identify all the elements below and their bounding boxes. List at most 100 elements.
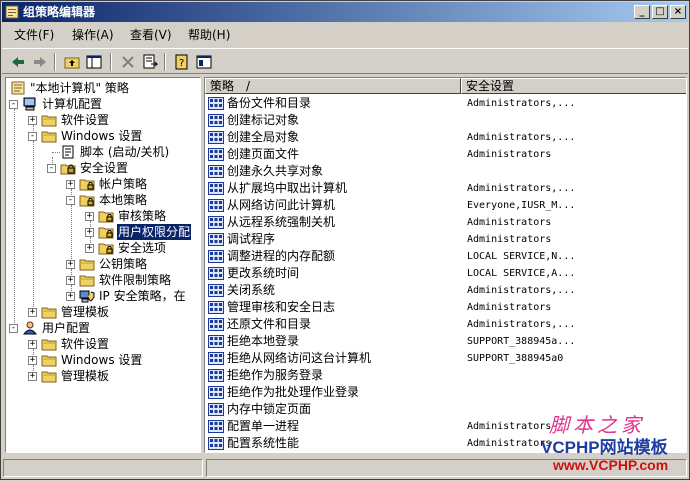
policy-name: 创建页面文件 [227, 147, 300, 161]
menu-help[interactable]: 帮助(H) [188, 27, 230, 43]
expand-toggle[interactable]: + [28, 356, 37, 365]
collapse-toggle[interactable]: - [28, 132, 37, 141]
expand-toggle[interactable]: + [28, 372, 37, 381]
policy-row[interactable]: 关闭系统 Administrators,... [205, 282, 686, 299]
expand-toggle[interactable]: + [85, 212, 94, 221]
security-icon [60, 161, 76, 175]
policy-name: 还原文件和目录 [227, 317, 312, 331]
tree-node[interactable]: - 计算机配置 [6, 96, 200, 112]
minimize-button[interactable]: _ [634, 5, 650, 19]
column-header-policy[interactable]: 策略 / [205, 78, 461, 94]
policy-row[interactable]: 管理审核和安全日志 Administrators [205, 299, 686, 316]
help-button[interactable]: ? [172, 52, 192, 72]
policy-name: 更改系统时间 [227, 266, 300, 280]
expand-toggle[interactable]: + [66, 276, 75, 285]
computer-icon [22, 97, 38, 111]
properties-button[interactable] [194, 52, 214, 72]
show-hide-tree-button[interactable] [84, 52, 104, 72]
tree-node[interactable]: + 软件限制策略 [6, 272, 200, 288]
collapse-toggle[interactable]: - [9, 100, 18, 109]
tree-node[interactable]: + 管理模板 [6, 368, 200, 384]
collapse-toggle[interactable]: - [66, 196, 75, 205]
tree-node[interactable]: "本地计算机" 策略 [6, 80, 200, 96]
tree-node[interactable]: + 帐户策略 [6, 176, 200, 192]
policy-row[interactable]: 更改系统时间 LOCAL SERVICE,A... [205, 265, 686, 282]
policy-name: 配置系统性能 [227, 436, 300, 450]
expand-toggle[interactable]: + [28, 340, 37, 349]
back-arrow-icon [12, 57, 24, 67]
up-one-level-button[interactable] [62, 52, 82, 72]
maximize-button[interactable]: □ [652, 5, 668, 19]
policy-row[interactable]: 创建标记对象 [205, 112, 686, 129]
back-button[interactable] [8, 52, 28, 72]
collapse-toggle[interactable]: - [9, 324, 18, 333]
policy-name: 管理审核和安全日志 [227, 300, 336, 314]
delete-button[interactable] [118, 52, 138, 72]
tree-node[interactable]: - 用户配置 [6, 320, 200, 336]
expand-toggle[interactable]: + [28, 116, 37, 125]
policy-setting-icon [208, 114, 224, 127]
policy-setting-icon [208, 318, 224, 331]
menu-action[interactable]: 操作(A) [72, 27, 114, 43]
expand-toggle[interactable]: + [85, 244, 94, 253]
tree-node[interactable]: + 管理模板 [6, 304, 200, 320]
policy-name: 调试程序 [227, 232, 276, 246]
policy-row[interactable]: 从网络访问此计算机 Everyone,IUSR_M... [205, 197, 686, 214]
menu-file[interactable]: 文件(F) [14, 27, 54, 43]
policy-row[interactable]: 调整进程的内存配额 LOCAL SERVICE,N... [205, 248, 686, 265]
policy-name: 取消计算机扩展的坞停靠项 [227, 452, 371, 453]
expand-toggle[interactable]: + [66, 292, 75, 301]
tree-node-label: 脚本 (启动/关机) [80, 145, 170, 159]
console-tree[interactable]: "本地计算机" 策略 - 计算机配置 + 软件设置 - Windows 设置 脚本 (启动/关… [5, 77, 201, 453]
tree-node-label: 用户配置 [42, 321, 91, 335]
tree-node[interactable]: - 本地策略 [6, 192, 200, 208]
policy-row[interactable]: 拒绝作为服务登录 [205, 367, 686, 384]
toolbar: ? [2, 48, 688, 74]
menu-view[interactable]: 查看(V) [130, 27, 172, 43]
policy-name: 配置单一进程 [227, 419, 300, 433]
tree-node-label: Windows 设置 [61, 129, 143, 143]
export-list-button[interactable] [140, 52, 160, 72]
title-bar[interactable]: 组策略编辑器 _ □ × [2, 2, 688, 22]
policy-row[interactable]: 创建全局对象 Administrators,... [205, 129, 686, 146]
policy-setting-icon [208, 199, 224, 212]
policy-row[interactable]: 从扩展坞中取出计算机 Administrators,... [205, 180, 686, 197]
policy-list[interactable]: 策略 / 安全设置 备份文件和目录 Administrators,... 创建标记对… [204, 77, 687, 453]
tree-node[interactable]: 脚本 (启动/关机) [6, 144, 200, 160]
policy-row[interactable]: 还原文件和目录 Administrators,... [205, 316, 686, 333]
expand-toggle[interactable]: + [85, 228, 94, 237]
tree-node[interactable]: + 软件设置 [6, 112, 200, 128]
tree-node[interactable]: + 用户权限分配 [6, 223, 200, 241]
forward-arrow-icon [34, 57, 46, 67]
policy-row[interactable]: 从远程系统强制关机 Administrators [205, 214, 686, 231]
policy-row[interactable]: 拒绝本地登录 SUPPORT_388945a... [205, 333, 686, 350]
policy-row[interactable]: 调试程序 Administrators [205, 231, 686, 248]
folder-icon [41, 305, 57, 319]
tree-node[interactable]: - Windows 设置 [6, 128, 200, 144]
tree-node[interactable]: - 安全设置 [6, 160, 200, 176]
tree-node[interactable]: + IP 安全策略，在 [6, 288, 200, 304]
expand-toggle[interactable]: + [66, 180, 75, 189]
policy-row[interactable]: 备份文件和目录 Administrators,... [205, 95, 686, 112]
policy-row[interactable]: 创建永久共享对象 [205, 163, 686, 180]
tree-node[interactable]: + 公钥策略 [6, 256, 200, 272]
column-header-security[interactable]: 安全设置 [461, 78, 686, 94]
policy-row[interactable]: 拒绝从网络访问这台计算机 SUPPORT_388945a0 [205, 350, 686, 367]
policy-row[interactable]: 拒绝作为批处理作业登录 [205, 384, 686, 401]
collapse-toggle[interactable]: - [47, 164, 56, 173]
policy-setting-icon [208, 131, 224, 144]
policy-security-setting: Administrators [467, 302, 552, 313]
close-button[interactable]: × [670, 5, 686, 19]
tree-node[interactable]: + 审核策略 [6, 208, 200, 224]
expand-toggle[interactable]: + [28, 308, 37, 317]
tree-node-label: 安全选项 [118, 241, 167, 255]
policy-row[interactable]: 创建页面文件 Administrators [205, 146, 686, 163]
policy-security-setting: Administrators [467, 149, 552, 160]
tree-node[interactable]: + 软件设置 [6, 336, 200, 352]
tree-node[interactable]: + Windows 设置 [6, 352, 200, 368]
policy-name: 拒绝作为批处理作业登录 [227, 385, 360, 399]
expand-toggle[interactable]: + [66, 260, 75, 269]
forward-button[interactable] [30, 52, 50, 72]
policy-security-setting: SUPPORT_388945a0 [467, 353, 564, 364]
tree-node[interactable]: + 安全选项 [6, 240, 200, 256]
